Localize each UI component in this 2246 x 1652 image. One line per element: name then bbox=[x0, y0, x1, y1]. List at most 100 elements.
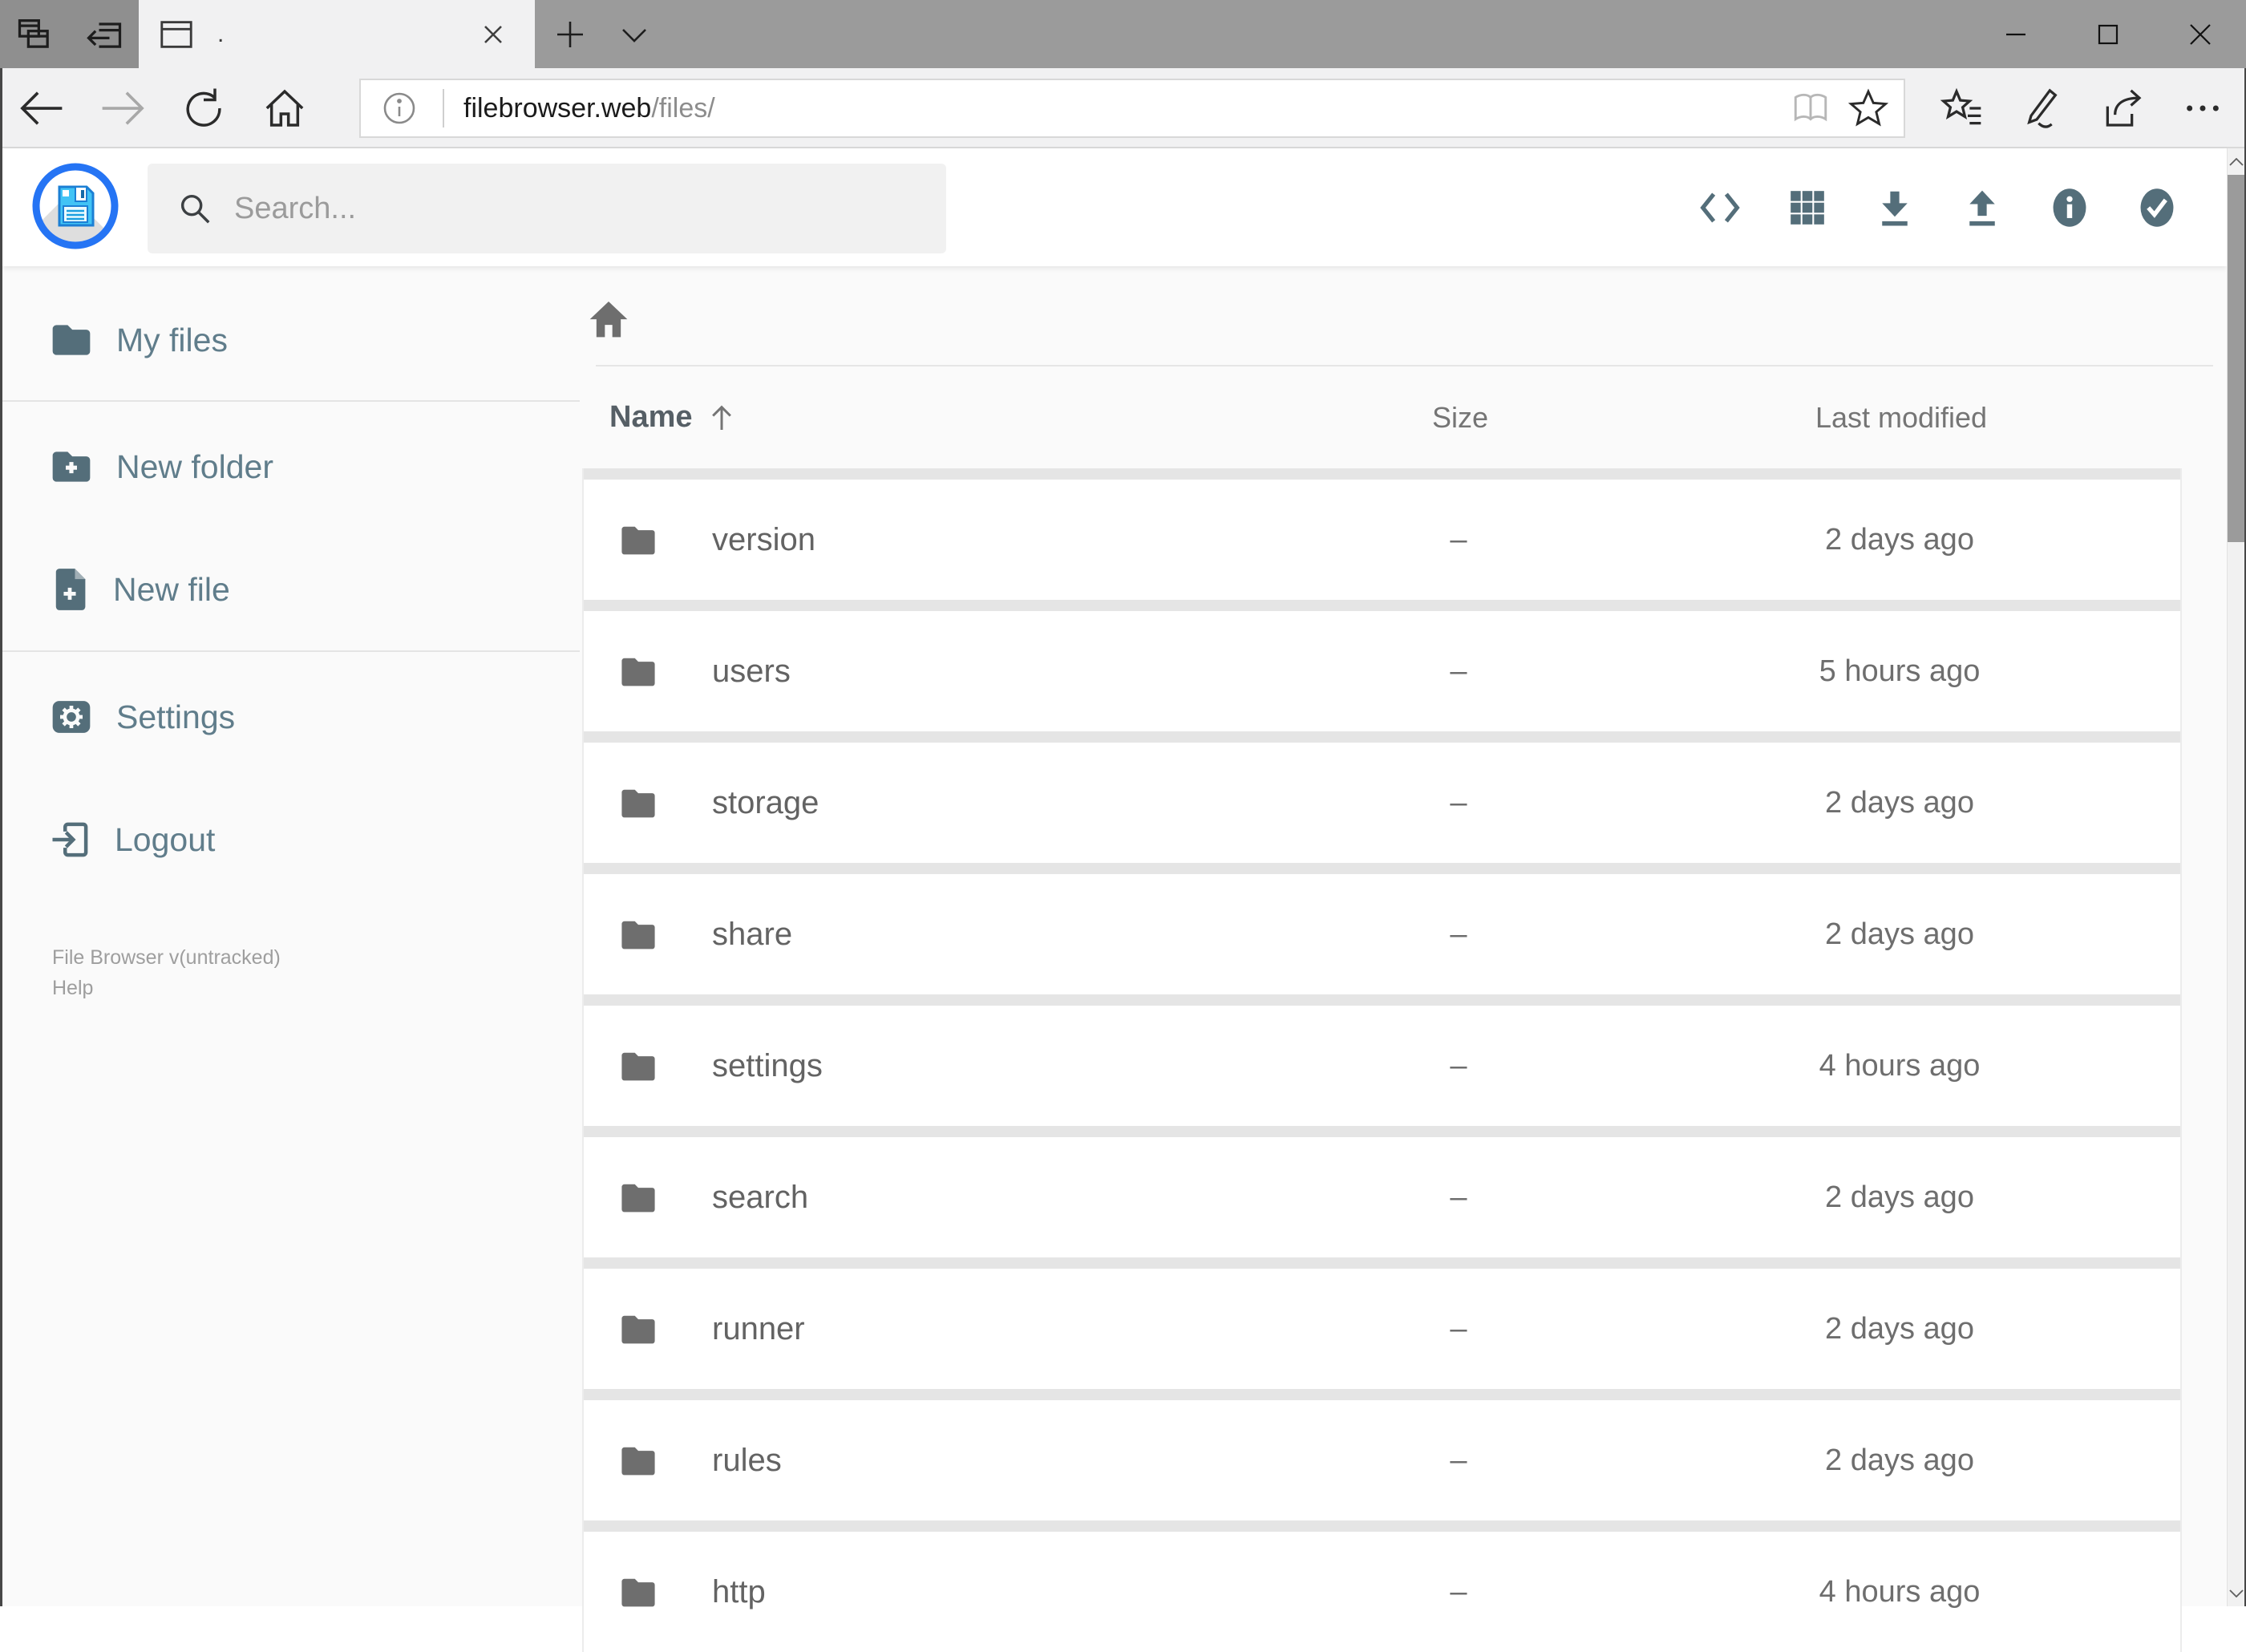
app-version-text: File Browser v(untracked) bbox=[52, 946, 281, 969]
search-input[interactable] bbox=[234, 191, 876, 226]
restore-tabs-icon bbox=[86, 22, 121, 48]
file-modified: 4 hours ago bbox=[1819, 1574, 1981, 1609]
sidebar-footer: File Browser v(untracked) Help bbox=[52, 942, 281, 1003]
chevron-down-icon bbox=[622, 28, 646, 43]
tab-title: . bbox=[217, 20, 225, 47]
sidebar-item-logout[interactable]: Logout bbox=[2, 798, 580, 881]
more-options-button[interactable] bbox=[2169, 75, 2236, 142]
file-modified: 2 days ago bbox=[1825, 917, 1974, 951]
back-button[interactable] bbox=[8, 75, 75, 142]
listing-header: Name Size Last modified bbox=[582, 366, 2182, 468]
share-icon bbox=[2106, 89, 2142, 127]
file-size: – bbox=[1450, 522, 1467, 557]
file-name: version bbox=[712, 521, 815, 557]
home-button[interactable] bbox=[251, 75, 318, 142]
close-icon bbox=[484, 25, 502, 43]
file-row-share[interactable]: share – 2 days ago bbox=[584, 874, 2180, 994]
folder-icon bbox=[621, 526, 655, 555]
breadcrumb-home-button[interactable] bbox=[585, 295, 632, 342]
file-list: version – 2 days ago users – 5 hours ago… bbox=[582, 468, 2182, 1652]
upload-button[interactable] bbox=[1938, 160, 2025, 256]
tab-close-button[interactable] bbox=[471, 12, 516, 57]
file-name: http bbox=[712, 1573, 766, 1609]
refresh-icon bbox=[186, 88, 221, 127]
file-modified: 4 hours ago bbox=[1819, 1048, 1981, 1083]
column-header-modified[interactable]: Last modified bbox=[1621, 401, 2182, 435]
pen-icon bbox=[2027, 88, 2058, 128]
folder-icon bbox=[621, 658, 655, 686]
help-link[interactable]: Help bbox=[52, 973, 281, 1003]
file-row-users[interactable]: users – 5 hours ago bbox=[584, 611, 2180, 731]
download-icon bbox=[1881, 191, 1908, 225]
titlebar: . bbox=[0, 0, 2246, 68]
reading-view-button[interactable] bbox=[1782, 83, 1839, 134]
file-row-settings[interactable]: settings – 4 hours ago bbox=[584, 1006, 2180, 1126]
sidebar-item-new-file[interactable]: New file bbox=[2, 548, 580, 631]
file-size: – bbox=[1450, 1048, 1467, 1083]
set-tabs-aside-button[interactable] bbox=[14, 14, 56, 55]
minimize-icon bbox=[2005, 33, 2025, 35]
favorites-hub-button[interactable] bbox=[1928, 75, 1996, 142]
page-scrollbar[interactable] bbox=[2227, 148, 2244, 1606]
refresh-button[interactable] bbox=[170, 75, 237, 142]
sidebar-item-new-folder[interactable]: New folder bbox=[2, 425, 580, 508]
file-size: – bbox=[1450, 917, 1467, 951]
sidebar-item-label: New file bbox=[113, 570, 230, 608]
code-icon bbox=[1699, 192, 1740, 222]
file-row-http[interactable]: http – 4 hours ago bbox=[584, 1532, 2180, 1652]
file-row-storage[interactable]: storage – 2 days ago bbox=[584, 743, 2180, 863]
folder-icon bbox=[621, 1447, 655, 1476]
file-row-rules[interactable]: rules – 2 days ago bbox=[584, 1400, 2180, 1520]
file-row-runner[interactable]: runner – 2 days ago bbox=[584, 1269, 2180, 1389]
hub-star-icon bbox=[1940, 87, 1981, 125]
add-favorite-button[interactable] bbox=[1839, 83, 1897, 134]
column-header-size[interactable]: Size bbox=[1300, 401, 1621, 435]
share-button[interactable] bbox=[2089, 75, 2156, 142]
select-multiple-button[interactable] bbox=[2113, 160, 2200, 256]
url-text: filebrowser.web/files/ bbox=[463, 93, 1782, 124]
web-note-button[interactable] bbox=[2009, 75, 2076, 142]
new-tab-button[interactable] bbox=[543, 0, 597, 68]
maximize-button[interactable] bbox=[2062, 0, 2154, 68]
file-name: search bbox=[712, 1179, 809, 1215]
file-modified: 2 days ago bbox=[1825, 785, 1974, 820]
minimize-button[interactable] bbox=[1969, 0, 2062, 68]
gear-icon bbox=[52, 701, 91, 733]
folder-plus-icon bbox=[52, 451, 91, 482]
check-filled-icon bbox=[2140, 188, 2173, 227]
site-info-button[interactable] bbox=[370, 83, 428, 134]
address-bar[interactable]: filebrowser.web/files/ bbox=[359, 79, 1905, 138]
folder-icon bbox=[52, 325, 91, 355]
sidebar-item-settings[interactable]: Settings bbox=[2, 675, 580, 759]
scroll-up-button[interactable] bbox=[2228, 148, 2244, 175]
file-name: share bbox=[712, 916, 793, 952]
file-plus-icon bbox=[55, 569, 86, 610]
sidebar: My files New folder New file Settings Lo… bbox=[2, 266, 580, 1606]
search-box[interactable] bbox=[148, 164, 946, 253]
forward-button[interactable] bbox=[89, 75, 156, 142]
sidebar-item-my-files[interactable]: My files bbox=[2, 298, 580, 382]
upload-icon bbox=[1969, 190, 1995, 225]
file-row-version[interactable]: version – 2 days ago bbox=[584, 480, 2180, 600]
folder-icon bbox=[621, 1052, 655, 1081]
folder-icon bbox=[621, 1315, 655, 1344]
tab-preview-toggle[interactable] bbox=[607, 0, 662, 68]
column-header-name[interactable]: Name bbox=[582, 400, 1300, 435]
filebrowser-logo-icon[interactable] bbox=[30, 161, 120, 251]
sidebar-item-label: Logout bbox=[115, 820, 216, 858]
tabs-set-aside-button[interactable] bbox=[83, 14, 125, 55]
home-icon bbox=[265, 89, 304, 127]
grid-view-button[interactable] bbox=[1763, 160, 1851, 256]
close-window-button[interactable] bbox=[2154, 0, 2246, 68]
info-button[interactable] bbox=[2025, 160, 2113, 256]
download-button[interactable] bbox=[1851, 160, 1938, 256]
header-actions bbox=[1676, 148, 2201, 266]
scroll-down-button[interactable] bbox=[2228, 1580, 2244, 1606]
browser-tab[interactable]: . bbox=[139, 0, 535, 68]
file-row-search[interactable]: search – 2 days ago bbox=[584, 1137, 2180, 1257]
forward-icon bbox=[102, 91, 144, 125]
filebrowser-app: My files New folder New file bbox=[2, 148, 2244, 1652]
scrollbar-thumb[interactable] bbox=[2228, 175, 2244, 542]
file-size: – bbox=[1450, 785, 1467, 820]
raw-view-button[interactable] bbox=[1676, 160, 1763, 256]
